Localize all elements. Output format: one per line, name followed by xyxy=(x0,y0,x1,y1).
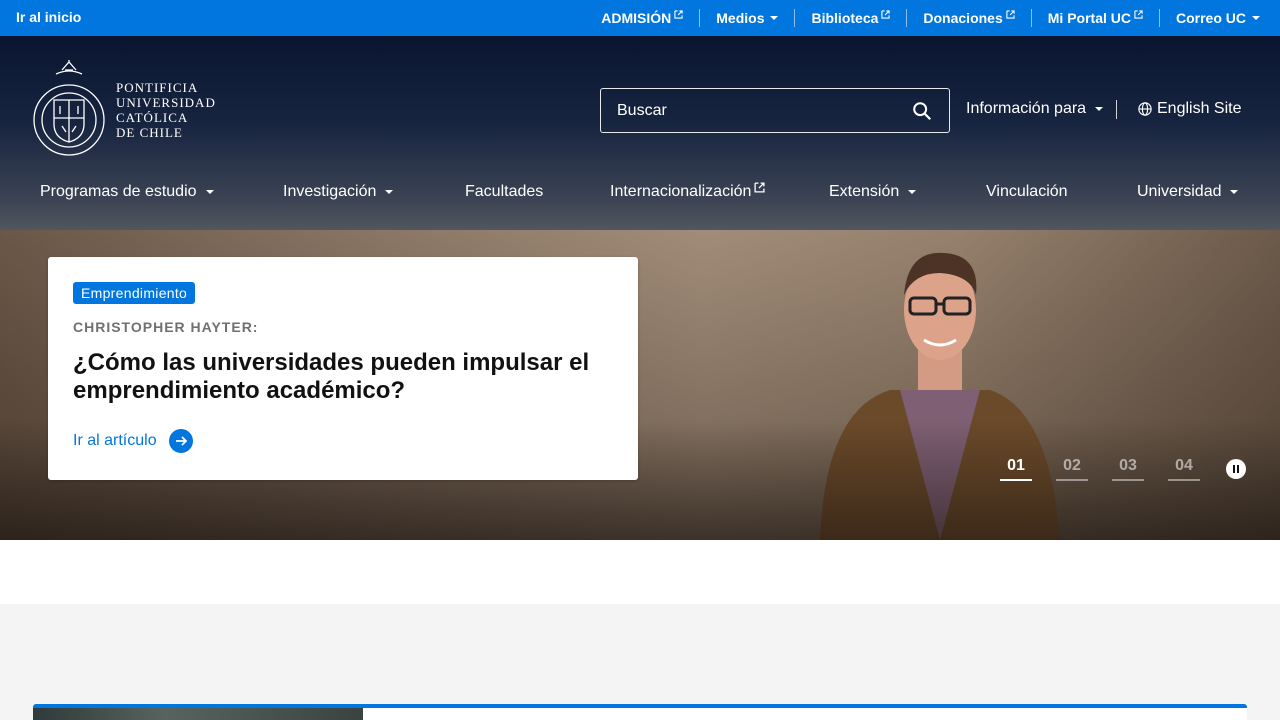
read-article-label: Ir al artículo xyxy=(73,432,157,449)
utility-item-label: ADMISIÓN xyxy=(601,10,672,26)
external-link-icon xyxy=(1006,9,1015,19)
search-icon[interactable] xyxy=(911,100,933,122)
external-link-icon xyxy=(674,9,683,19)
caret-down-icon xyxy=(205,190,214,194)
nav-facultades[interactable]: Facultades xyxy=(465,183,543,201)
pause-icon[interactable] xyxy=(1226,459,1246,479)
nav-programas[interactable]: Programas de estudio xyxy=(40,183,214,201)
arrow-right-icon xyxy=(168,429,193,453)
nav-internacionalizacion[interactable]: Internacionalización xyxy=(610,181,765,201)
utility-nav: ADMISIÓN Medios Biblioteca Donaciones Mi… xyxy=(585,0,1264,36)
logo-wordmark: PONTIFICIA UNIVERSIDAD CATÓLICA DE CHILE xyxy=(116,80,216,140)
info-for-dropdown[interactable]: Información para xyxy=(966,100,1104,118)
content-spacer xyxy=(0,540,1280,604)
utility-item-label: Mi Portal UC xyxy=(1047,10,1131,26)
logo-line: UNIVERSIDAD xyxy=(116,95,216,110)
featured-article-card: Emprendimiento Christopher Hayter: ¿Cómo… xyxy=(48,257,638,480)
slide-tab[interactable]: 02 xyxy=(1056,457,1088,481)
english-site-label: English Site xyxy=(1157,100,1242,117)
utility-item-biblioteca[interactable]: Biblioteca xyxy=(794,9,906,27)
search-placeholder: Buscar xyxy=(617,101,667,119)
nav-vinculacion[interactable]: Vinculación xyxy=(986,183,1068,201)
utility-item-admision[interactable]: ADMISIÓN xyxy=(585,9,699,27)
site-header: PONTIFICIA UNIVERSIDAD CATÓLICA DE CHILE… xyxy=(0,36,1280,230)
article-kicker: Christopher Hayter: xyxy=(73,319,259,335)
nav-investigacion[interactable]: Investigación xyxy=(283,183,394,201)
nav-label: Investigación xyxy=(283,183,377,200)
nav-label: Universidad xyxy=(1137,183,1222,200)
logo-line: PONTIFICIA xyxy=(116,80,199,95)
external-link-icon xyxy=(754,181,765,193)
nav-label: Facultades xyxy=(465,183,544,200)
caret-down-icon xyxy=(1095,107,1104,111)
utility-item-donaciones[interactable]: Donaciones xyxy=(906,9,1030,27)
caret-down-icon xyxy=(385,190,394,194)
university-logo[interactable]: PONTIFICIA UNIVERSIDAD CATÓLICA DE CHILE xyxy=(32,60,216,160)
logo-line: DE CHILE xyxy=(116,125,183,140)
english-site-link[interactable]: English Site xyxy=(1138,100,1242,118)
read-article-link[interactable]: Ir al artículo xyxy=(73,429,613,453)
slide-tab[interactable]: 01 xyxy=(1000,457,1032,481)
caret-down-icon xyxy=(1230,190,1239,194)
utility-item-label: Donaciones xyxy=(923,10,1003,26)
hero-carousel: Emprendimiento Christopher Hayter: ¿Cómo… xyxy=(0,230,1280,540)
search-input[interactable]: Buscar xyxy=(600,88,950,133)
caret-down-icon xyxy=(1252,16,1260,20)
info-for-label: Información para xyxy=(966,100,1087,117)
news-card[interactable] xyxy=(33,704,1247,720)
carousel-pager: 01 02 03 04 xyxy=(1000,457,1246,481)
news-image xyxy=(33,708,363,720)
utility-bar: Ir al inicio ADMISIÓN Medios Biblioteca … xyxy=(0,0,1280,36)
external-link-icon xyxy=(1134,9,1143,19)
utility-item-medios[interactable]: Medios xyxy=(699,9,794,27)
category-badge[interactable]: Emprendimiento xyxy=(73,282,196,304)
nav-label: Extensión xyxy=(829,183,900,200)
skip-to-home-link[interactable]: Ir al inicio xyxy=(16,9,81,25)
globe-icon xyxy=(1138,102,1152,116)
main-nav: Programas de estudio Investigación Facul… xyxy=(0,181,1280,203)
nav-universidad[interactable]: Universidad xyxy=(1137,183,1239,201)
slide-tab[interactable]: 03 xyxy=(1112,457,1144,481)
utility-item-correo[interactable]: Correo UC xyxy=(1158,9,1264,27)
external-link-icon xyxy=(881,9,891,19)
nav-label: Internacionalización xyxy=(610,183,752,200)
crest-icon xyxy=(33,60,105,156)
slide-tab[interactable]: 04 xyxy=(1168,457,1200,481)
caret-down-icon xyxy=(770,16,779,20)
utility-item-mi-portal[interactable]: Mi Portal UC xyxy=(1030,9,1159,27)
utility-item-label: Biblioteca xyxy=(811,10,879,26)
nav-label: Vinculación xyxy=(986,183,1068,200)
divider xyxy=(1116,100,1117,119)
article-headline: ¿Cómo las universidades pueden impulsar … xyxy=(73,349,590,404)
utility-item-label: Correo UC xyxy=(1175,10,1246,26)
logo-line: CATÓLICA xyxy=(116,110,189,125)
utility-item-label: Medios xyxy=(716,10,765,26)
caret-down-icon xyxy=(908,190,917,194)
nav-extension[interactable]: Extensión xyxy=(829,183,917,201)
nav-label: Programas de estudio xyxy=(40,183,197,200)
